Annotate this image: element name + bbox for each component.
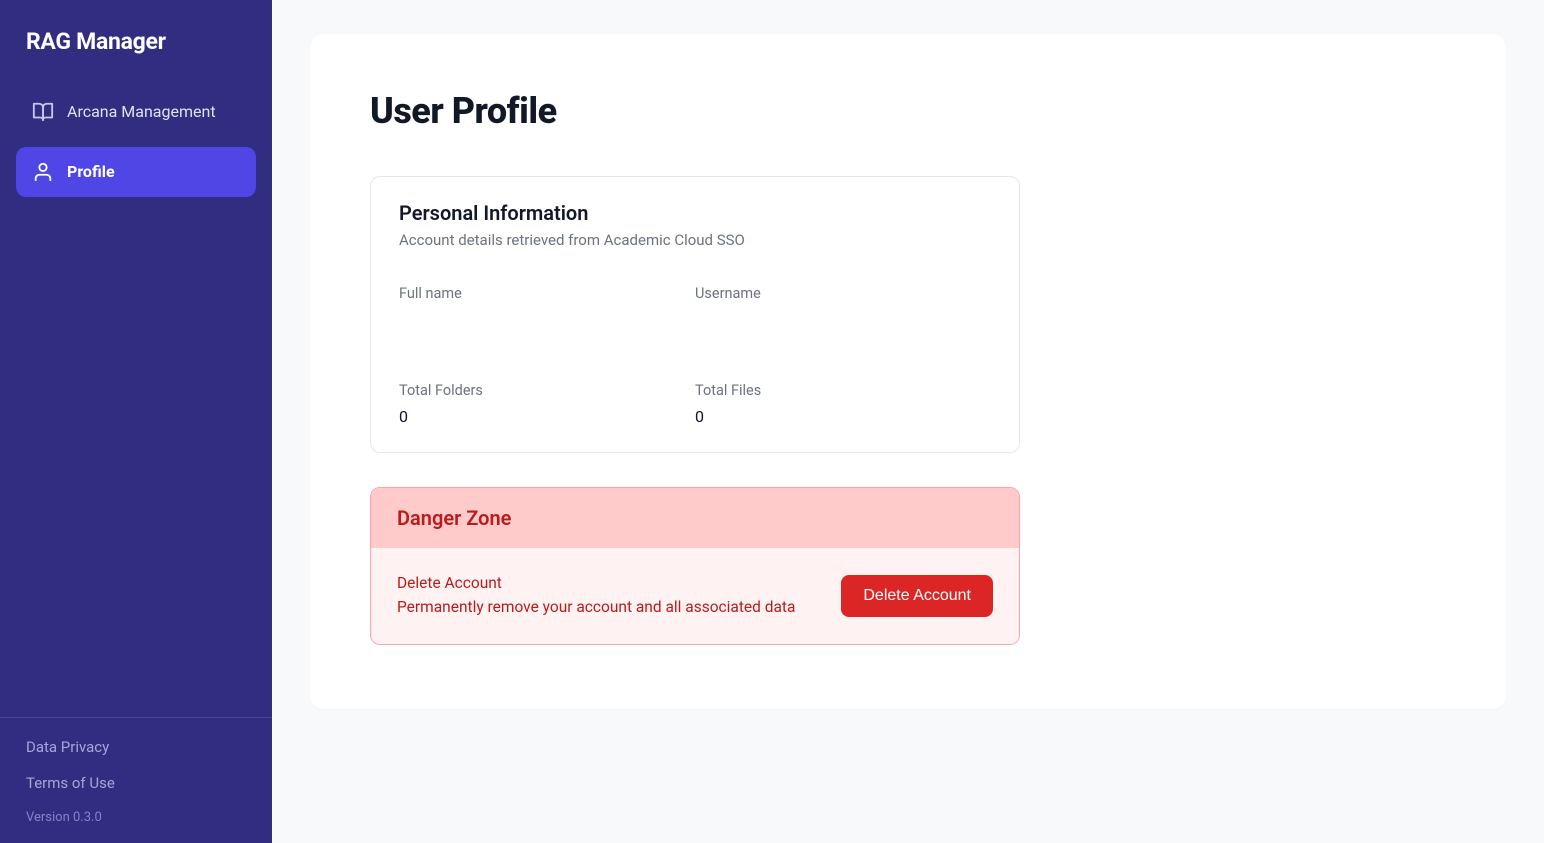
sidebar: RAG Manager Arcana Management Profile Da [0, 0, 272, 843]
sidebar-nav: Arcana Management Profile [0, 87, 272, 207]
sidebar-item-label: Profile [67, 161, 115, 183]
field-total-files: Total Files 0 [695, 382, 991, 426]
field-value [695, 310, 991, 328]
footer-link-privacy[interactable]: Data Privacy [26, 738, 246, 756]
field-value: 0 [695, 407, 991, 426]
danger-zone-card: Danger Zone Delete Account Permanently r… [370, 487, 1020, 645]
sidebar-item-arcana[interactable]: Arcana Management [16, 87, 256, 137]
field-total-folders: Total Folders 0 [399, 382, 695, 426]
field-username: Username [695, 285, 991, 328]
personal-info-sub: Account details retrieved from Academic … [399, 231, 991, 249]
main-content: User Profile Personal Information Accoun… [272, 0, 1544, 843]
field-label: Total Files [695, 382, 991, 399]
version-label: Version 0.3.0 [26, 810, 246, 825]
field-value [399, 310, 695, 328]
book-open-icon [32, 101, 54, 123]
danger-zone-heading: Danger Zone [397, 506, 993, 530]
app-title: RAG Manager [0, 28, 272, 87]
footer-link-terms[interactable]: Terms of Use [26, 774, 246, 792]
page-card: User Profile Personal Information Accoun… [310, 34, 1506, 709]
page-title: User Profile [370, 90, 1446, 132]
field-label: Username [695, 285, 991, 302]
danger-row-sub: Permanently remove your account and all … [397, 596, 817, 618]
field-full-name: Full name [399, 285, 695, 328]
delete-account-button[interactable]: Delete Account [841, 575, 993, 617]
sidebar-item-label: Arcana Management [67, 101, 216, 123]
sidebar-footer: Data Privacy Terms of Use Version 0.3.0 [0, 717, 272, 825]
field-value: 0 [399, 407, 695, 426]
field-label: Full name [399, 285, 695, 302]
personal-info-heading: Personal Information [399, 201, 991, 225]
user-icon [32, 161, 54, 183]
personal-info-card: Personal Information Account details ret… [370, 176, 1020, 453]
field-label: Total Folders [399, 382, 695, 399]
sidebar-item-profile[interactable]: Profile [16, 147, 256, 197]
danger-row-title: Delete Account [397, 574, 817, 592]
